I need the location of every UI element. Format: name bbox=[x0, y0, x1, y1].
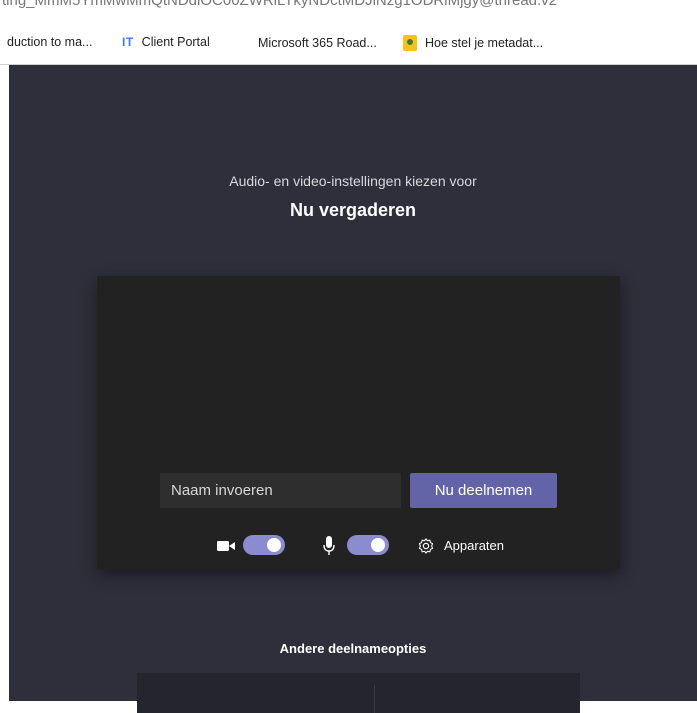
bookmark-introduction[interactable]: duction to ma... bbox=[7, 35, 92, 49]
join-now-button[interactable]: Nu deelnemen bbox=[410, 473, 557, 508]
it-logo-icon: IT bbox=[122, 35, 134, 49]
bookmarks-bar: duction to ma... IT Client Portal Micros… bbox=[0, 22, 697, 65]
toggle-knob bbox=[267, 538, 281, 552]
microsoft-logo-icon bbox=[234, 35, 250, 51]
bookmark-label: Hoe stel je metadat... bbox=[425, 36, 544, 50]
url-text[interactable]: ting_MmM5YmMwMmQtNDdlOC00ZWRlLTkyNDctMDJ… bbox=[2, 0, 557, 9]
bookmark-metadata[interactable]: Hoe stel je metadat... bbox=[403, 35, 543, 51]
microphone-icon bbox=[323, 536, 335, 555]
bookmark-microsoft-365-roadmap[interactable]: Microsoft 365 Road... bbox=[234, 35, 377, 51]
other-join-options-title: Andere deelnameopties bbox=[279, 641, 427, 656]
meeting-title: Nu vergaderen bbox=[289, 200, 417, 220]
address-bar[interactable]: ting_MmM5YmMwMmQtNDdlOC00ZWRlLTkyNDctMDJ… bbox=[0, 0, 697, 22]
microphone-toggle[interactable] bbox=[347, 535, 389, 555]
bookmark-label: Client Portal bbox=[141, 35, 210, 49]
teams-prejoin-screen: Audio- en video-instellingen kiezen voor… bbox=[9, 65, 697, 713]
devices-button[interactable]: Apparaten bbox=[444, 538, 504, 553]
toggle-knob bbox=[371, 538, 385, 552]
name-input[interactable] bbox=[160, 473, 401, 508]
camera-toggle[interactable] bbox=[243, 535, 285, 555]
other-join-options[interactable] bbox=[137, 673, 580, 713]
gear-icon[interactable] bbox=[417, 537, 435, 555]
prejoin-subtitle: Audio- en video-instellingen kiezen voor bbox=[229, 173, 477, 189]
video-preview-panel: Nu deelnemen Apparaten bbox=[97, 276, 620, 569]
bookmark-label: duction to ma... bbox=[7, 35, 93, 49]
divider bbox=[374, 685, 375, 713]
media-controls: Apparaten bbox=[97, 533, 620, 559]
bookmark-client-portal[interactable]: IT Client Portal bbox=[122, 35, 210, 49]
bookmark-label: Microsoft 365 Road... bbox=[258, 36, 377, 50]
camera-icon bbox=[217, 541, 235, 551]
note-icon bbox=[403, 35, 417, 51]
